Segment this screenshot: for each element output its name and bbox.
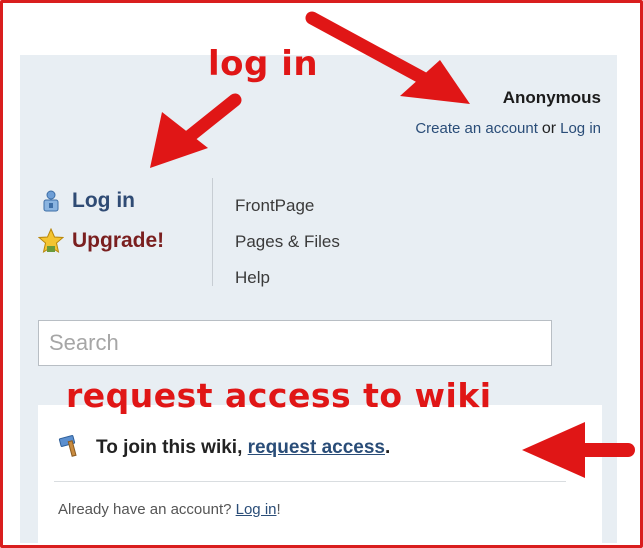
join-wiki-box: To join this wiki, request access. Alrea…	[38, 405, 602, 543]
star-icon	[38, 228, 64, 254]
create-account-link[interactable]: Create an account	[415, 120, 538, 137]
hammer-icon	[58, 433, 84, 463]
already-prefix: Already have an account?	[58, 501, 232, 518]
already-suffix: !	[276, 501, 281, 518]
user-lock-icon	[38, 188, 64, 214]
user-account-links: Create an account or Log in	[415, 120, 601, 138]
join-prefix-text: To join this wiki,	[96, 437, 243, 458]
header-login-link[interactable]: Log in	[560, 120, 601, 137]
wiki-nav: FrontPage Pages & Files Help	[235, 188, 340, 296]
request-access-link[interactable]: request access	[248, 437, 385, 458]
login-nav-item[interactable]: Log in	[38, 188, 164, 214]
already-login-link[interactable]: Log in	[236, 501, 277, 518]
nav-pages-files-link[interactable]: Pages & Files	[235, 224, 340, 260]
annotation-login-text: log in	[208, 44, 319, 84]
join-request-row: To join this wiki, request access.	[58, 433, 390, 463]
nav-help-link[interactable]: Help	[235, 260, 340, 296]
nav-divider	[212, 178, 213, 286]
join-suffix-text: .	[384, 437, 391, 458]
join-divider	[54, 481, 566, 482]
account-nav: Log in Upgrade!	[38, 188, 164, 268]
upgrade-nav-item[interactable]: Upgrade!	[38, 228, 164, 254]
upgrade-nav-label: Upgrade!	[72, 229, 165, 252]
user-display-name: Anonymous	[502, 88, 601, 107]
nav-frontpage-link[interactable]: FrontPage	[235, 188, 340, 224]
annotation-request-text: request access to wiki	[66, 376, 492, 415]
search-input[interactable]	[38, 320, 552, 366]
or-text: or	[541, 120, 557, 137]
login-nav-label: Log in	[72, 189, 135, 212]
already-account-text: Already have an account? Log in!	[58, 501, 281, 518]
